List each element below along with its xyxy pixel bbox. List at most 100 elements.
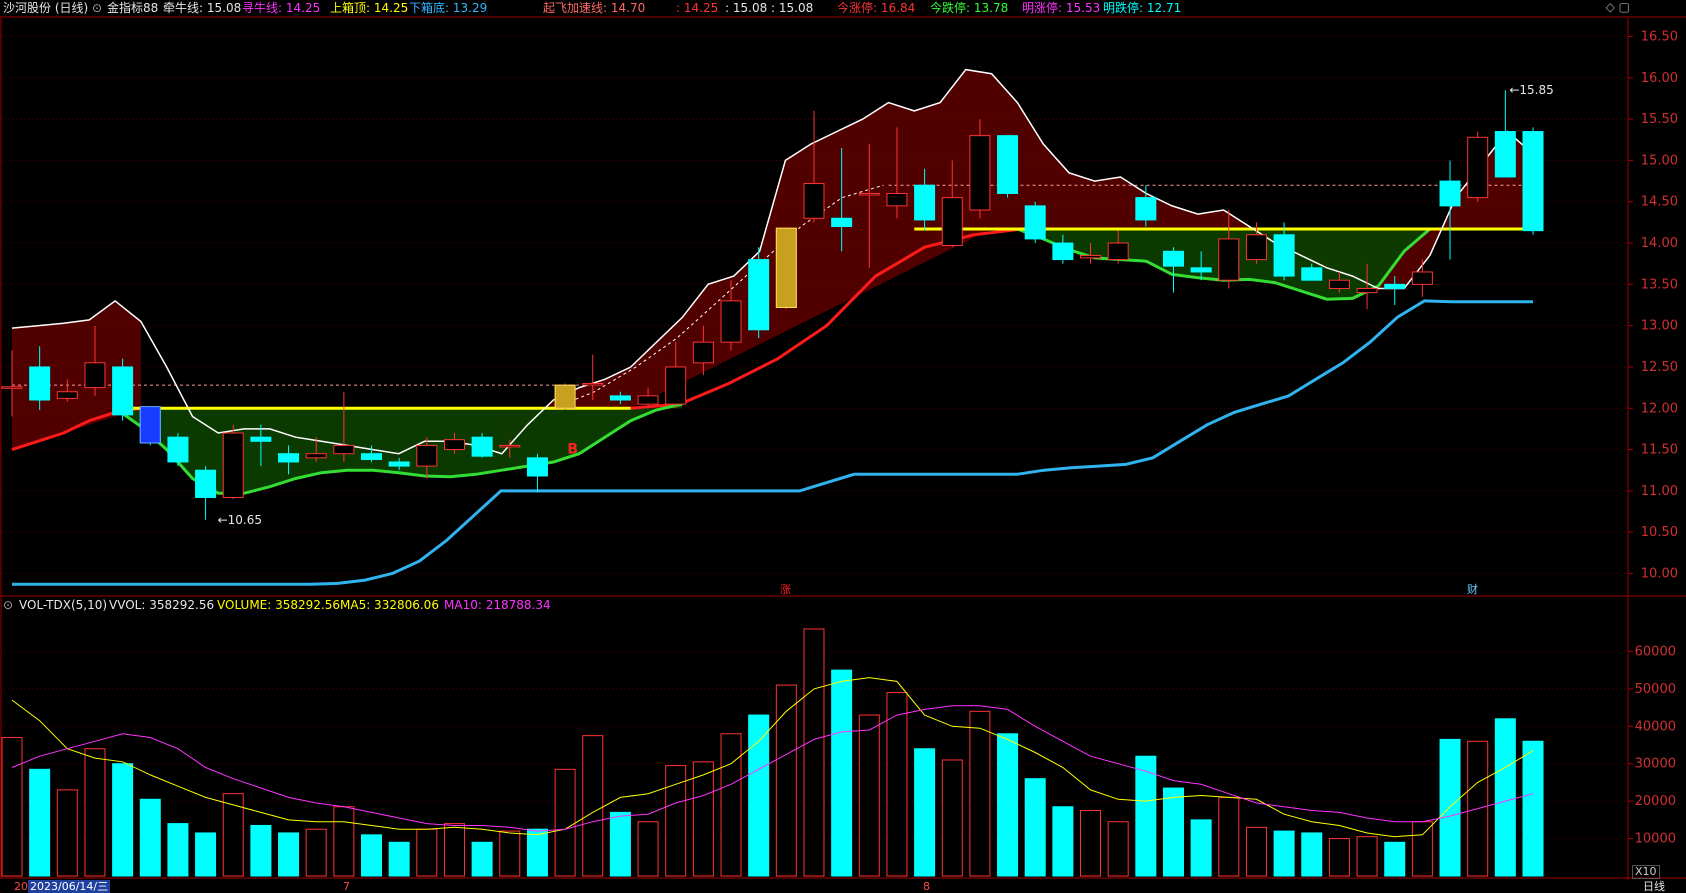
header-item: 上箱顶: 14.25 <box>330 1 409 15</box>
volume-header-item: MA5: 332806.06 <box>340 598 439 612</box>
header-item: 明跌停: 12.71 <box>1103 1 1182 15</box>
candle-body <box>112 366 134 416</box>
candle-body <box>720 300 742 343</box>
candle-body <box>1328 279 1350 289</box>
volume-header-item: MA10: 218788.34 <box>444 598 551 612</box>
volume-bar <box>139 798 161 877</box>
volume-tick-label: 40000 <box>1635 719 1676 734</box>
candle-body <box>637 395 659 405</box>
volume-bar <box>582 735 604 877</box>
candle-body <box>1 386 23 389</box>
event-marker: 涨 <box>780 583 791 596</box>
volume-indicator-name[interactable]: VOL-TDX(5,10) <box>19 597 107 613</box>
volume-bar <box>1384 841 1406 877</box>
volume-bar <box>775 684 797 877</box>
candle-body <box>195 469 217 498</box>
volume-bar <box>1052 806 1074 877</box>
volume-bar <box>333 806 355 877</box>
highlight-candle-gold <box>554 384 576 409</box>
volume-tick-label: 50000 <box>1635 682 1676 697</box>
window-icon[interactable]: ▢ <box>1619 0 1630 14</box>
month-7-label: 7 <box>343 880 350 893</box>
candle-body <box>84 362 106 389</box>
volume-bar <box>1245 826 1267 877</box>
header-item: 今涨停: 16.84 <box>837 1 916 15</box>
candle-body <box>499 444 521 448</box>
volume-bar <box>388 841 410 877</box>
candle-body <box>471 436 493 457</box>
indicator-name[interactable]: 金指标88 <box>107 0 158 16</box>
volume-tick-label: 60000 <box>1635 644 1676 659</box>
volume-bar <box>112 763 134 877</box>
volume-bar <box>29 768 51 877</box>
price-tick-label: 14.00 <box>1641 236 1678 251</box>
candle-body <box>1356 287 1378 294</box>
volume-bar <box>1356 836 1378 877</box>
volume-tick-label: 20000 <box>1635 794 1676 809</box>
volume-bar <box>222 793 244 877</box>
volume-bar <box>416 828 438 877</box>
volume-header-item: VVOL: 358292.56 <box>109 598 215 612</box>
period-label[interactable]: 日线 <box>1643 880 1665 893</box>
volume-bar <box>1080 810 1102 877</box>
candle-body <box>1052 242 1074 261</box>
price-tick-label: 11.50 <box>1641 443 1678 458</box>
stock-chart[interactable]: 10.00 10.50 11.00 11.50 12.00 12.50 13.00 13.50… <box>0 0 1686 893</box>
volume-bar <box>1162 787 1184 877</box>
volume-bar <box>471 841 493 877</box>
volume-bar <box>167 823 189 877</box>
price-tick-label: 11.00 <box>1641 484 1678 499</box>
volume-bar <box>1024 778 1046 877</box>
candle-body <box>609 395 631 401</box>
volume-bar <box>1273 830 1295 877</box>
volume-bar <box>56 789 78 877</box>
candle-body <box>665 366 687 405</box>
header-item: 下箱底: 13.29 <box>409 1 488 15</box>
candle-body <box>278 453 300 463</box>
volume-bar <box>1107 821 1129 877</box>
candle-body <box>858 192 880 196</box>
volume-bar <box>554 768 576 877</box>
highlight-candle-gold <box>775 227 797 308</box>
price-tick-label: 10.00 <box>1641 566 1678 581</box>
volume-bar <box>278 832 300 877</box>
candle-body <box>914 184 936 221</box>
volume-bar <box>250 824 272 877</box>
candle-body <box>1411 271 1433 285</box>
header-item: 起飞加速线: 14.70 <box>543 1 646 15</box>
indicator-dropdown-icon[interactable]: ⊙ <box>92 0 102 16</box>
price-tick-label: 16.50 <box>1641 30 1678 45</box>
time-axis: 20 2023/06/14/三 7 8 日线 <box>0 880 1686 893</box>
stock-title: 沙河股份 (日线) <box>3 1 89 15</box>
diamond-icon[interactable]: ◇ <box>1606 0 1615 14</box>
event-marker: 财 <box>1467 582 1478 596</box>
candle-body <box>388 461 410 467</box>
candle-body <box>361 453 383 460</box>
volume-bar <box>886 692 908 877</box>
candle-body <box>1135 197 1157 221</box>
volume-tick-label: 30000 <box>1635 757 1676 772</box>
price-tick-label: 15.50 <box>1641 112 1678 127</box>
volume-bar <box>997 733 1019 877</box>
header-item: 明涨停: 15.53 <box>1022 1 1101 15</box>
candle-body <box>526 457 548 477</box>
candle-body <box>29 366 51 401</box>
volume-bar <box>361 834 383 877</box>
candle-body <box>803 183 825 219</box>
volume-dropdown-icon[interactable]: ⊙ <box>3 597 13 613</box>
candle-body <box>250 436 272 442</box>
candle-body <box>1522 131 1544 232</box>
candle-body <box>886 192 908 207</box>
volume-bar <box>1522 740 1544 877</box>
candle-body <box>1494 131 1516 178</box>
volume-bar <box>720 733 742 877</box>
candle-body <box>1439 180 1461 207</box>
candle-body <box>222 432 244 498</box>
price-tick-label: 12.50 <box>1641 360 1678 375</box>
volume-bar <box>1494 718 1516 877</box>
volume-bar <box>1301 832 1323 877</box>
volume-bar <box>941 759 963 877</box>
candle-body <box>416 444 438 467</box>
volume-header-item: VOLUME: 358292.56 <box>217 598 340 612</box>
volume-bar <box>692 761 714 877</box>
